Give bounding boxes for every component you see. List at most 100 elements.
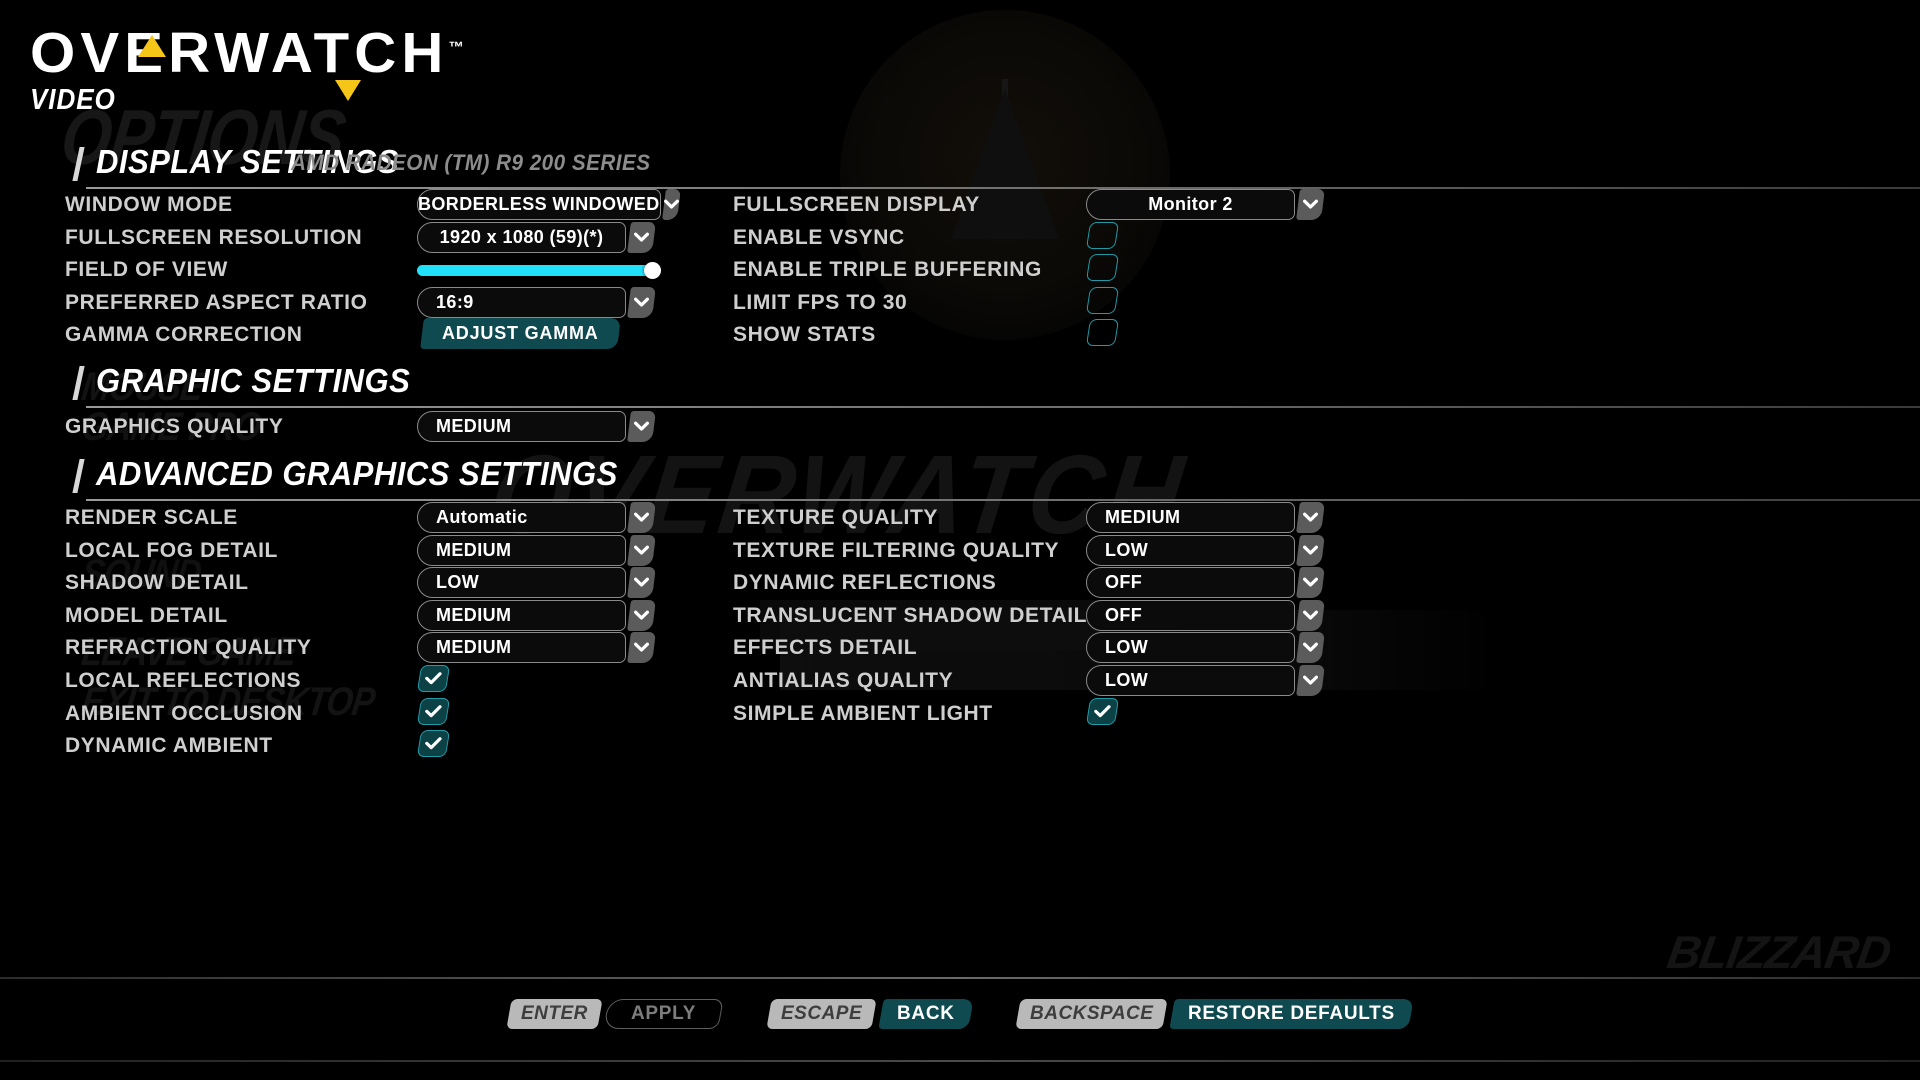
footer-button-back[interactable]: BACK (877, 999, 973, 1029)
dropdown-arrow-button-antialias-quality[interactable] (1296, 665, 1325, 696)
dropdown-value-graphics-quality: MEDIUM (436, 416, 512, 436)
dropdown-window-mode[interactable]: BORDERLESS WINDOWED (417, 189, 681, 220)
dropdown-value-render-scale: Automatic (436, 507, 528, 527)
setting-row-enable-triple-buffering: ENABLE TRIPLE BUFFERING (733, 254, 1363, 285)
setting-row-local-fog-detail: LOCAL FOG DETAIL MEDIUM (65, 534, 694, 566)
slider-field-of-view[interactable] (417, 262, 661, 280)
slider-handle[interactable] (644, 262, 661, 280)
dropdown-antialias-quality[interactable]: LOW (1086, 665, 1325, 696)
dropdown-fullscreen-display[interactable]: Monitor 2 (1086, 189, 1325, 220)
dropdown-arrow-button-dynamic-reflections[interactable] (1296, 567, 1325, 599)
footer-button-restore-defaults[interactable]: RESTORE DEFAULTS (1169, 999, 1414, 1029)
setting-label-enable-triple-buffering: ENABLE TRIPLE BUFFERING (733, 258, 1042, 282)
key-badge-label: ENTER (521, 1003, 589, 1024)
checkbox-limit-fps-to-30[interactable] (1085, 286, 1120, 314)
chevron-down-icon (634, 577, 649, 587)
logo-text: OVERWATCH™ (30, 25, 464, 82)
dropdown-box-texture-filtering-quality[interactable]: LOW (1086, 534, 1295, 566)
checkbox-dynamic-ambient[interactable] (416, 730, 451, 758)
dropdown-dynamic-reflections[interactable]: OFF (1086, 567, 1325, 599)
checkbox-enable-vsync[interactable] (1085, 221, 1120, 249)
dropdown-translucent-shadow-detail[interactable]: OFF (1086, 599, 1325, 631)
dropdown-texture-filtering-quality[interactable]: LOW (1086, 534, 1325, 566)
dropdown-box-shadow-detail[interactable]: LOW (417, 567, 626, 599)
dropdown-value-texture-quality: MEDIUM (1105, 507, 1181, 527)
dropdown-texture-quality[interactable]: MEDIUM (1086, 502, 1325, 533)
footer-group-apply: ENTER APPLY (506, 999, 725, 1029)
dropdown-value-antialias-quality: LOW (1105, 670, 1149, 690)
chevron-down-icon (1303, 512, 1318, 522)
dropdown-arrow-button-window-mode[interactable] (661, 189, 681, 220)
dropdown-arrow-button-effects-detail[interactable] (1296, 632, 1325, 664)
dropdown-box-graphics-quality[interactable]: MEDIUM (417, 411, 626, 442)
setting-row-local-reflections: LOCAL REFLECTIONS (65, 665, 694, 696)
dropdown-box-effects-detail[interactable]: LOW (1086, 632, 1295, 664)
dropdown-shadow-detail[interactable]: LOW (417, 567, 656, 599)
dropdown-render-scale[interactable]: Automatic (417, 502, 656, 533)
setting-label-refraction-quality: REFRACTION QUALITY (65, 636, 312, 660)
dropdown-model-detail[interactable]: MEDIUM (417, 599, 656, 631)
dropdown-box-window-mode[interactable]: BORDERLESS WINDOWED (417, 189, 661, 220)
checkbox-show-stats[interactable] (1085, 319, 1120, 347)
key-badge-label: BACKSPACE (1030, 1003, 1154, 1024)
section-header-advanced-graphics-settings: ADVANCED GRAPHICS SETTINGS (72, 455, 1920, 501)
section-title: GRAPHIC SETTINGS (96, 362, 411, 399)
chevron-down-icon (634, 545, 649, 555)
dropdown-value-local-fog-detail: MEDIUM (436, 539, 512, 560)
dropdown-arrow-button-texture-filtering-quality[interactable] (1296, 534, 1325, 566)
button-adjust-gamma[interactable]: ADJUST GAMMA (420, 318, 621, 350)
dropdown-value-window-mode: BORDERLESS WINDOWED (418, 194, 660, 214)
triangle-up-icon (138, 35, 166, 57)
footer-button-apply: APPLY (603, 999, 725, 1029)
dropdown-arrow-button-refraction-quality[interactable] (627, 632, 656, 664)
setting-row-shadow-detail: SHADOW DETAIL LOW (65, 567, 694, 599)
dropdown-box-model-detail[interactable]: MEDIUM (417, 599, 626, 631)
checkbox-ambient-occlusion[interactable] (416, 697, 451, 725)
dropdown-value-texture-filtering-quality: LOW (1105, 539, 1149, 560)
footer-group-restore-defaults: BACKSPACE RESTORE DEFAULTS (1015, 999, 1414, 1029)
dropdown-box-fullscreen-display[interactable]: Monitor 2 (1086, 189, 1295, 220)
dropdown-local-fog-detail[interactable]: MEDIUM (417, 534, 656, 566)
dropdown-arrow-button-texture-quality[interactable] (1296, 502, 1325, 533)
setting-row-refraction-quality: REFRACTION QUALITY MEDIUM (65, 632, 694, 664)
dropdown-fullscreen-resolution[interactable]: 1920 x 1080 (59)(*) (417, 221, 656, 253)
dropdown-box-dynamic-reflections[interactable]: OFF (1086, 567, 1295, 599)
dropdown-effects-detail[interactable]: LOW (1086, 632, 1325, 664)
dropdown-box-local-fog-detail[interactable]: MEDIUM (417, 534, 626, 566)
dropdown-value-translucent-shadow-detail: OFF (1105, 604, 1143, 625)
footer-divider-top (0, 977, 1920, 979)
section-header-graphic-settings: GRAPHIC SETTINGS (72, 362, 1920, 408)
footer-actions: ENTER APPLY ESCAPE BACK BACKSPACE RESTORE DEF… (0, 999, 1920, 1029)
dropdown-arrow-button-local-fog-detail[interactable] (627, 534, 656, 566)
dropdown-graphics-quality[interactable]: MEDIUM (417, 411, 656, 442)
dropdown-arrow-button-model-detail[interactable] (627, 599, 656, 631)
setting-label-texture-filtering-quality: TEXTURE FILTERING QUALITY (733, 538, 1060, 562)
checkbox-enable-triple-buffering[interactable] (1085, 254, 1120, 282)
dropdown-arrow-button-shadow-detail[interactable] (627, 567, 656, 599)
checkbox-local-reflections[interactable] (416, 665, 451, 692)
setting-label-local-reflections: LOCAL REFLECTIONS (65, 669, 302, 692)
chevron-down-icon (634, 642, 649, 652)
dropdown-box-preferred-aspect-ratio[interactable]: 16:9 (417, 286, 626, 318)
check-icon (425, 704, 442, 717)
dropdown-box-translucent-shadow-detail[interactable]: OFF (1086, 599, 1295, 631)
setting-label-dynamic-reflections: DYNAMIC REFLECTIONS (733, 571, 997, 595)
checkbox-simple-ambient-light[interactable] (1085, 697, 1120, 725)
dropdown-box-render-scale[interactable]: Automatic (417, 502, 626, 533)
dropdown-arrow-button-graphics-quality[interactable] (627, 411, 656, 442)
dropdown-arrow-button-render-scale[interactable] (627, 502, 656, 533)
setting-row-translucent-shadow-detail: TRANSLUCENT SHADOW DETAIL OFF (733, 599, 1363, 631)
trademark-symbol: ™ (448, 39, 464, 56)
dropdown-arrow-button-preferred-aspect-ratio[interactable] (627, 286, 656, 318)
dropdown-arrow-button-fullscreen-display[interactable] (1296, 189, 1325, 220)
setting-row-simple-ambient-light: SIMPLE AMBIENT LIGHT (733, 697, 1363, 729)
dropdown-arrow-button-translucent-shadow-detail[interactable] (1296, 599, 1325, 631)
dropdown-box-refraction-quality[interactable]: MEDIUM (417, 632, 626, 664)
dropdown-box-fullscreen-resolution[interactable]: 1920 x 1080 (59)(*) (417, 221, 626, 253)
dropdown-box-antialias-quality[interactable]: LOW (1086, 665, 1295, 696)
dropdown-preferred-aspect-ratio[interactable]: 16:9 (417, 286, 656, 318)
dropdown-arrow-button-fullscreen-resolution[interactable] (627, 221, 656, 253)
dropdown-box-texture-quality[interactable]: MEDIUM (1086, 502, 1295, 533)
dropdown-refraction-quality[interactable]: MEDIUM (417, 632, 656, 664)
ghost-text-blizzard: BLIZZARD (1663, 926, 1895, 978)
